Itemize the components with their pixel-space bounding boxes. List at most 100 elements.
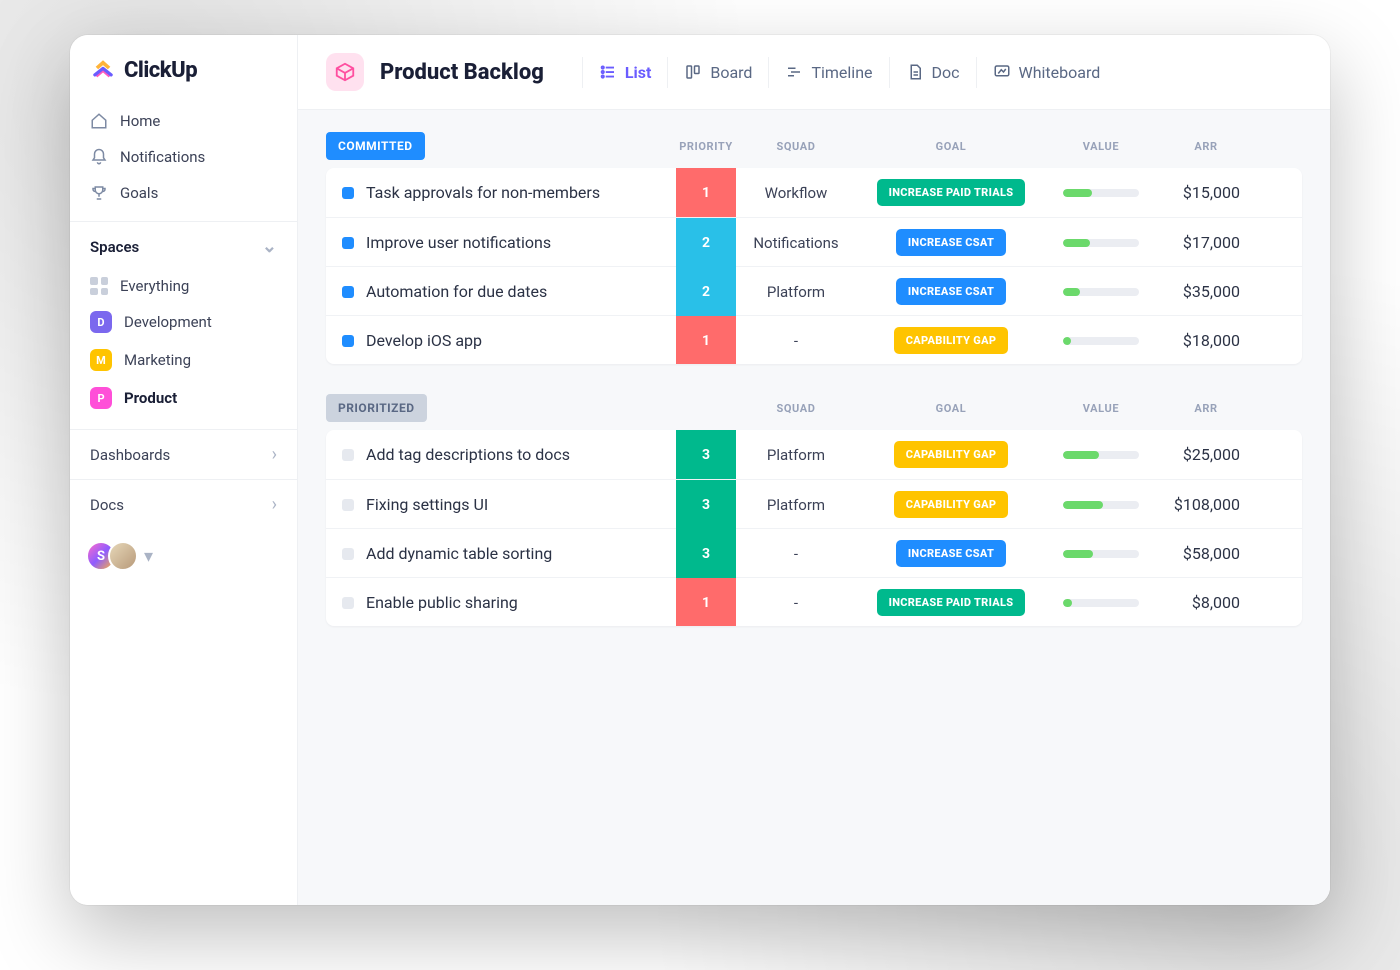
goal-cell[interactable]: INCREASE CSAT: [856, 540, 1046, 567]
value-cell[interactable]: [1046, 599, 1156, 607]
space-badge: M: [90, 349, 112, 371]
squad-cell[interactable]: Notifications: [736, 234, 856, 252]
progress-bar: [1063, 599, 1139, 607]
goal-cell[interactable]: INCREASE CSAT: [856, 229, 1046, 256]
priority-cell[interactable]: 3: [676, 430, 736, 479]
chevron-right-icon: ›: [272, 494, 277, 515]
home-icon: [90, 112, 108, 130]
spaces-header[interactable]: Spaces ⌄: [70, 221, 297, 267]
task-row[interactable]: Add tag descriptions to docs3PlatformCAP…: [326, 430, 1302, 479]
space-label: Product: [124, 389, 177, 407]
goal-pill: INCREASE CSAT: [896, 278, 1006, 305]
goal-cell[interactable]: INCREASE CSAT: [856, 278, 1046, 305]
col-priority: PRIORITY: [676, 140, 736, 153]
status-bullet-icon[interactable]: [342, 548, 354, 560]
squad-cell[interactable]: -: [736, 332, 856, 350]
progress-bar: [1063, 189, 1139, 197]
status-bullet-icon[interactable]: [342, 335, 354, 347]
goal-cell[interactable]: CAPABILITY GAP: [856, 327, 1046, 354]
goal-pill: INCREASE CSAT: [896, 540, 1006, 567]
col-arr: ARR: [1156, 140, 1256, 153]
priority-cell[interactable]: 1: [676, 168, 736, 217]
priority-cell[interactable]: 1: [676, 316, 736, 364]
user-avatars[interactable]: S ▾: [70, 529, 297, 583]
priority-cell[interactable]: 2: [676, 218, 736, 267]
status-bullet-icon[interactable]: [342, 597, 354, 609]
goal-cell[interactable]: INCREASE PAID TRIALS: [856, 179, 1046, 206]
view-label: Whiteboard: [1019, 63, 1101, 82]
status-bullet-icon[interactable]: [342, 286, 354, 298]
value-cell[interactable]: [1046, 239, 1156, 247]
trophy-icon: [90, 184, 108, 202]
board-icon: [684, 63, 702, 81]
view-board[interactable]: Board: [667, 57, 768, 88]
nav-dashboards[interactable]: Dashboards ›: [70, 429, 297, 479]
whiteboard-icon: [993, 63, 1011, 81]
squad-cell[interactable]: Platform: [736, 446, 856, 464]
task-row[interactable]: Improve user notifications2Notifications…: [326, 217, 1302, 266]
nav-notifications[interactable]: Notifications: [78, 139, 289, 175]
grid-icon: [90, 277, 108, 295]
content-area: COMMITTEDPRIORITYSQUADGOALVALUEARRTask a…: [298, 110, 1330, 905]
value-cell[interactable]: [1046, 288, 1156, 296]
view-timeline[interactable]: Timeline: [768, 57, 888, 88]
nav-label: Notifications: [120, 148, 205, 166]
progress-bar: [1063, 288, 1139, 296]
group-status-badge[interactable]: COMMITTED: [326, 132, 425, 160]
space-product[interactable]: P Product: [78, 379, 289, 417]
nav-docs[interactable]: Docs ›: [70, 479, 297, 529]
squad-cell[interactable]: Platform: [736, 283, 856, 301]
view-list[interactable]: List: [582, 57, 668, 88]
progress-bar: [1063, 501, 1139, 509]
goal-cell[interactable]: CAPABILITY GAP: [856, 441, 1046, 468]
value-cell[interactable]: [1046, 337, 1156, 345]
doc-icon: [906, 63, 924, 81]
value-cell[interactable]: [1046, 451, 1156, 459]
task-row[interactable]: Enable public sharing1-INCREASE PAID TRI…: [326, 577, 1302, 626]
nav-home[interactable]: Home: [78, 103, 289, 139]
space-badge: P: [90, 387, 112, 409]
value-cell[interactable]: [1046, 501, 1156, 509]
value-cell[interactable]: [1046, 189, 1156, 197]
priority-cell[interactable]: 1: [676, 578, 736, 626]
task-row[interactable]: Develop iOS app1-CAPABILITY GAP$18,000: [326, 315, 1302, 364]
status-bullet-icon[interactable]: [342, 237, 354, 249]
task-row[interactable]: Task approvals for non-members1WorkflowI…: [326, 168, 1302, 217]
task-row[interactable]: Fixing settings UI 3Platform CAPABILITY GA…: [326, 479, 1302, 528]
space-development[interactable]: D Development: [78, 303, 289, 341]
status-bullet-icon[interactable]: [342, 449, 354, 461]
goal-cell[interactable]: INCREASE PAID TRIALS: [856, 589, 1046, 616]
priority-cell[interactable]: 3: [676, 480, 736, 529]
squad-cell[interactable]: -: [736, 594, 856, 612]
arr-cell: $8,000: [1156, 593, 1256, 612]
timeline-icon: [785, 63, 803, 81]
goal-pill: CAPABILITY GAP: [894, 441, 1009, 468]
brand-logo[interactable]: ClickUp: [70, 57, 297, 97]
clickup-logo-icon: [90, 57, 116, 83]
priority-cell[interactable]: 3: [676, 529, 736, 578]
squad-cell[interactable]: -: [736, 545, 856, 563]
task-row[interactable]: Automation for due dates 2Platform INCREAS…: [326, 266, 1302, 315]
value-cell[interactable]: [1046, 550, 1156, 558]
nav-label: Goals: [120, 184, 158, 202]
group-status-badge[interactable]: PRIORITIZED: [326, 394, 427, 422]
view-switcher: List Board Timeline Doc: [582, 57, 1116, 88]
topbar: Product Backlog List Board Timeline: [298, 35, 1330, 110]
space-marketing[interactable]: M Marketing: [78, 341, 289, 379]
task-name: Fixing settings UI: [366, 495, 488, 514]
priority-cell[interactable]: 2: [676, 267, 736, 316]
goal-pill: CAPABILITY GAP: [894, 491, 1009, 518]
nav-goals[interactable]: Goals: [78, 175, 289, 211]
space-everything[interactable]: Everything: [78, 269, 289, 303]
view-doc[interactable]: Doc: [889, 57, 976, 88]
status-bullet-icon[interactable]: [342, 187, 354, 199]
squad-cell[interactable]: Workflow: [736, 184, 856, 202]
view-whiteboard[interactable]: Whiteboard: [976, 57, 1117, 88]
squad-cell[interactable]: Platform: [736, 496, 856, 514]
goal-cell[interactable]: CAPABILITY GAP: [856, 491, 1046, 518]
task-row[interactable]: Add dynamic table sorting3-INCREASE CSAT…: [326, 528, 1302, 577]
goal-pill: INCREASE PAID TRIALS: [877, 179, 1026, 206]
space-badge: D: [90, 311, 112, 333]
task-name: Automation for due dates: [366, 282, 547, 301]
status-bullet-icon[interactable]: [342, 499, 354, 511]
